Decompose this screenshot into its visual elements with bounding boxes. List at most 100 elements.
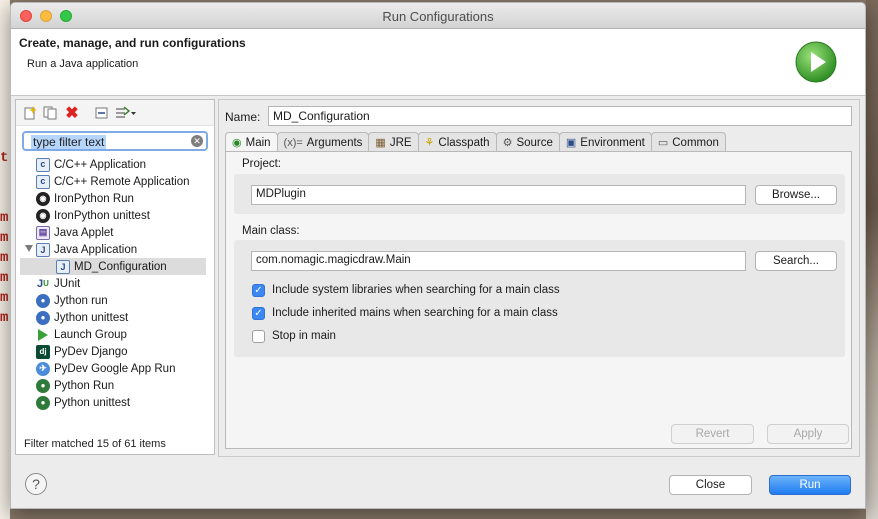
collapse-all-icon[interactable] <box>94 105 110 121</box>
include-system-libraries-option[interactable]: ✓ Include system libraries when searchin… <box>252 282 560 298</box>
browse-button[interactable]: Browse... <box>755 185 837 205</box>
python-unittest-icon: ● <box>36 395 50 410</box>
tree-item-ironpython-unittest[interactable]: ◉ IronPython unittest <box>16 207 214 224</box>
tree-item-label: Python unittest <box>54 396 131 409</box>
tree-item-cpp-application[interactable]: c C/C++ Application <box>16 156 214 173</box>
tree-item-label: C/C++ Application <box>54 158 147 171</box>
configuration-list-panel: ✖ type filter text ✕ c C/C++ Application… <box>15 99 215 455</box>
tab-common[interactable]: ▭ Common <box>650 132 726 152</box>
tree-item-label: IronPython unittest <box>54 209 150 222</box>
option-label: Include inherited mains when searching f… <box>272 307 558 319</box>
tree-item-label: Java Applet <box>54 226 114 239</box>
option-label: Include system libraries when searching … <box>272 284 560 296</box>
common-icon: ▭ <box>657 137 669 149</box>
tab-label: Main <box>245 136 271 149</box>
run-play-icon <box>795 41 837 83</box>
checkbox-unchecked-icon[interactable] <box>252 329 265 343</box>
jython-icon: ● <box>36 293 50 308</box>
tree-item-ironpython-run[interactable]: ◉ IronPython Run <box>16 190 214 207</box>
checkbox-checked-icon[interactable]: ✓ <box>252 283 265 297</box>
project-label: Project: <box>242 158 281 170</box>
junit-icon: JU <box>37 277 49 290</box>
arguments-icon: (x)= <box>283 136 303 149</box>
tab-environment[interactable]: ▣ Environment <box>558 132 652 152</box>
tree-item-label: Python Run <box>54 379 115 392</box>
tab-label: JRE <box>389 136 412 149</box>
tab-arguments[interactable]: (x)= Arguments <box>276 132 370 152</box>
tab-label: Source <box>516 136 553 149</box>
main-class-field[interactable]: com.nomagic.magicdraw.Main <box>251 251 746 271</box>
tree-item-label: Jython unittest <box>54 311 129 324</box>
new-config-icon[interactable] <box>22 105 38 121</box>
tree-item-jython-unittest[interactable]: ● Jython unittest <box>16 309 214 326</box>
background-code-fragment: t <box>0 150 9 166</box>
filter-status: Filter matched 15 of 61 items <box>24 438 166 450</box>
name-field[interactable]: MD_Configuration <box>268 106 852 126</box>
classpath-icon: ⚘ <box>424 137 435 149</box>
search-button[interactable]: Search... <box>755 251 837 271</box>
run-configurations-dialog: Run Configurations Create, manage, and r… <box>10 2 866 509</box>
run-button[interactable]: Run <box>769 475 851 495</box>
java-icon: J <box>36 242 50 257</box>
background-code-fragment: m <box>0 230 9 246</box>
configuration-editor: Name: MD_Configuration ◉ Main (x)= Argum… <box>218 99 860 457</box>
tree-item-python-unittest[interactable]: ● Python unittest <box>16 394 214 411</box>
include-inherited-mains-option[interactable]: ✓ Include inherited mains when searching… <box>252 305 558 321</box>
revert-button[interactable]: Revert <box>671 424 754 444</box>
tree-item-pydev-django[interactable]: dj PyDev Django <box>16 343 214 360</box>
clear-filter-icon[interactable]: ✕ <box>191 135 203 147</box>
background-code-fragment: m <box>0 310 9 326</box>
tree-item-launch-group[interactable]: Launch Group <box>16 326 214 343</box>
checkbox-checked-icon[interactable]: ✓ <box>252 306 265 320</box>
tab-main[interactable]: ◉ Main <box>225 132 278 152</box>
tab-classpath[interactable]: ⚘ Classpath <box>417 132 497 152</box>
delete-icon[interactable]: ✖ <box>64 105 80 122</box>
tree-item-md-configuration[interactable]: J MD_Configuration <box>20 258 206 275</box>
tree-item-label: Java Application <box>54 243 138 256</box>
tree-item-label: PyDev Google App Run <box>54 362 176 375</box>
django-icon: dj <box>36 344 50 359</box>
project-field[interactable]: MDPlugin <box>251 185 746 205</box>
source-icon: ⚙ <box>502 137 513 149</box>
java-applet-icon: ▤ <box>36 225 50 240</box>
tree-item-python-run[interactable]: ● Python Run <box>16 377 214 394</box>
tree-item-label: PyDev Django <box>54 345 128 358</box>
main-class-label: Main class: <box>242 225 300 237</box>
launch-group-icon <box>38 328 48 341</box>
tab-label: Classpath <box>438 136 490 149</box>
tab-label: Environment <box>580 136 645 149</box>
filter-menu-icon[interactable] <box>114 105 138 121</box>
tree-item-label: Jython run <box>54 294 108 307</box>
name-label: Name: <box>225 110 261 124</box>
tab-label: Common <box>672 136 719 149</box>
tree-item-java-application[interactable]: J Java Application <box>16 241 214 258</box>
environment-icon: ▣ <box>565 137 577 149</box>
stop-in-main-option[interactable]: Stop in main <box>252 328 336 344</box>
filter-input[interactable]: type filter text ✕ <box>22 131 208 151</box>
help-button[interactable]: ? <box>25 473 47 495</box>
tree-item-pydev-google-app-run[interactable]: ✈ PyDev Google App Run <box>16 360 214 377</box>
tree-item-label: C/C++ Remote Application <box>54 175 190 188</box>
tree-item-cpp-remote-application[interactable]: c C/C++ Remote Application <box>16 173 214 190</box>
java-icon: J <box>56 259 70 274</box>
filter-text: type filter text <box>31 135 107 149</box>
tree-item-java-applet[interactable]: ▤ Java Applet <box>16 224 214 241</box>
tree-item-label: Launch Group <box>54 328 127 341</box>
desktop-background-right <box>866 0 878 519</box>
tab-source[interactable]: ⚙ Source <box>495 132 560 152</box>
duplicate-icon[interactable] <box>42 105 58 121</box>
tree-item-junit[interactable]: JU JUnit <box>16 275 214 292</box>
desktop-background-left: t m m m m m m <box>0 0 10 519</box>
background-code-fragment: m <box>0 270 9 286</box>
close-button[interactable]: Close <box>669 475 752 495</box>
tree-item-jython-run[interactable]: ● Jython run <box>16 292 214 309</box>
expand-arrow-icon[interactable] <box>25 245 33 252</box>
apply-button[interactable]: Apply <box>767 424 849 444</box>
main-class-icon: ◉ <box>232 137 242 149</box>
header-title: Create, manage, and run configurations <box>19 36 246 50</box>
option-label: Stop in main <box>272 330 336 342</box>
header-subtitle: Run a Java application <box>27 58 139 70</box>
tab-jre[interactable]: ▦ JRE <box>368 132 419 152</box>
config-tabs: ◉ Main (x)= Arguments ▦ JRE ⚘ Classpath … <box>225 132 726 152</box>
background-code-fragment: m <box>0 290 9 306</box>
